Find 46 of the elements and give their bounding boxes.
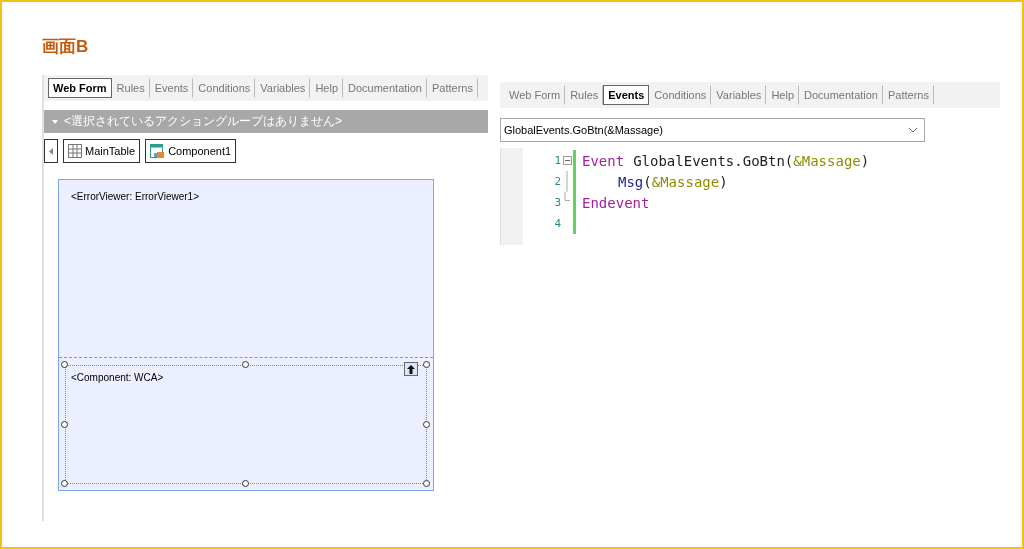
tab[interactable]: Documentation [799,85,883,105]
resize-handle[interactable] [61,361,68,368]
action-group-text: <選択されているアクショングループはありません> [64,113,342,130]
resize-handle[interactable] [61,420,68,428]
component-label: <Component: WCA> [71,372,165,383]
component-icon [150,143,166,159]
code-line: Event GlobalEvents.GoBtn(&Massage) [582,152,870,169]
tab[interactable]: Events [149,78,194,98]
tab[interactable]: Help [766,85,799,105]
up-arrow-icon[interactable] [404,362,418,376]
code-line: Endevent [582,194,651,211]
resize-handle[interactable] [423,480,430,487]
line-number: 2 [553,175,561,188]
left-arrow-icon [49,147,53,155]
line-number: 4 [553,217,561,230]
tab[interactable]: Patterns [427,78,478,98]
error-viewer-label: <ErrorViewer: ErrorViewer1> [71,191,200,202]
line-number: 1 [553,154,561,167]
dropdown-arrow-icon [52,119,58,124]
event-dropdown[interactable]: GlobalEvents.GoBtn(&Massage) [500,118,925,142]
tab[interactable]: Web Form [504,85,566,105]
collapse-icon[interactable] [562,156,572,165]
tab[interactable]: Patterns [883,85,934,105]
resize-handle[interactable] [61,480,68,487]
breadcrumb-button[interactable]: MainTable [63,139,141,163]
tab[interactable]: Documentation [343,78,427,98]
tab[interactable]: Web Form [48,78,112,98]
grid-icon [68,144,82,158]
tab[interactable]: Conditions [193,78,256,98]
slide-title: 画面B [42,36,90,58]
line-number: 3 [553,196,561,209]
action-group-bar[interactable]: <選択されているアクショングループはありません> [44,110,488,133]
tab[interactable]: Conditions [649,85,712,105]
tab[interactable]: Events [603,85,650,105]
resize-handle[interactable] [242,361,249,368]
tab[interactable]: Variables [711,85,767,105]
tab[interactable]: Rules [111,78,150,98]
code-line: Msg(&Massage) [617,173,728,190]
chevron-down-icon [908,127,918,133]
resize-handle[interactable] [423,420,430,428]
resize-handle[interactable] [423,361,430,368]
tab[interactable]: Help [310,78,343,98]
breadcrumb-button[interactable]: Component1 [145,139,237,163]
back-button[interactable] [44,139,58,163]
tab[interactable]: Variables [255,78,311,98]
resize-handle[interactable] [242,480,249,487]
